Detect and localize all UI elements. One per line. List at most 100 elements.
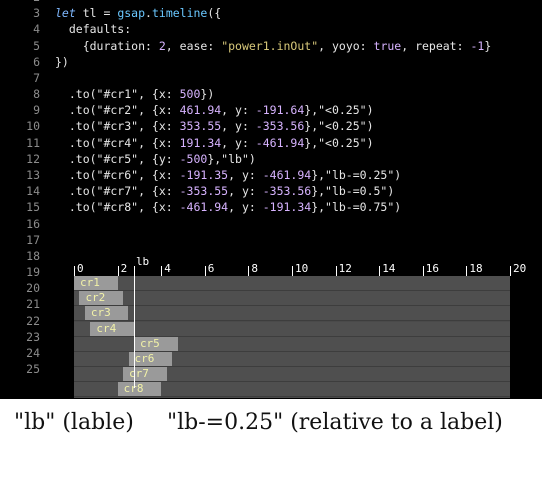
code-text: let tl = gsap.timeline({ [55, 5, 221, 21]
line-number: 21 [26, 297, 40, 312]
tween-bar-cr8[interactable]: cr8 [117, 382, 162, 397]
tick-mark [510, 266, 511, 276]
line-number: 20 [26, 281, 40, 296]
tween-bar-cr4[interactable]: cr4 [90, 321, 134, 336]
code-line[interactable]: 6}) [0, 54, 542, 70]
code-token: , repeat: [401, 38, 471, 53]
code-token: },"<0.25") [304, 119, 374, 134]
line-number: 10 [26, 119, 40, 134]
code-token: .to("#cr6", {x: [55, 167, 180, 182]
code-token: defaults: [55, 22, 132, 37]
code-line[interactable]: 4 defaults: [0, 21, 542, 37]
code-token: . [145, 6, 152, 21]
line-number: 23 [26, 329, 40, 344]
code-line[interactable]: 8 .to("#cr1", {x: 500}) [0, 86, 542, 102]
code-token: 191.34 [179, 135, 222, 150]
code-token: -191.64 [255, 103, 305, 118]
code-token: 461.94 [179, 103, 222, 118]
code-token: -353.55 [179, 184, 229, 199]
code-token: },"<0.25") [304, 135, 374, 150]
code-line[interactable]: 9 .to("#cr2", {x: 461.94, y: -191.64},"<… [0, 102, 542, 118]
code-line[interactable]: 10 .to("#cr3", {x: 353.55, y: -353.56},"… [0, 118, 542, 134]
line-number: 3 [33, 6, 40, 21]
code-token: },"lb") [207, 151, 256, 166]
code-token: tl = [75, 6, 118, 21]
timeline-visualizer: 0 2 4 6 8 10 12 14 16 18 20 lb cr1 cr2 cr3 cr4 cr5 cr6 c… [74, 255, 526, 399]
tick-mark [292, 266, 293, 276]
line-number: 6 [33, 54, 40, 69]
code-text: .to("#cr4", {x: 191.34, y: -461.94},"<0.… [55, 135, 374, 151]
code-token: -500 [179, 151, 208, 166]
code-token: 2 [158, 38, 166, 53]
code-token: -191.35 [179, 167, 229, 182]
tick-label: 14 [382, 262, 396, 275]
tick-label: 4 [164, 262, 171, 275]
code-token: true [373, 38, 402, 53]
code-text: }) [55, 54, 69, 70]
tick-mark [74, 266, 75, 276]
code-line[interactable]: 16 [0, 216, 542, 232]
line-number: 13 [26, 167, 40, 182]
code-line[interactable]: 12 .to("#cr5", {y: -500},"lb") [0, 151, 542, 167]
caption-relative-example: "lb-=0.25" (relative to a label) [167, 410, 503, 435]
tween-bar-cr1[interactable]: cr1 [74, 276, 118, 290]
tick-label: 2 [120, 262, 128, 275]
line-number: 5 [33, 38, 40, 53]
code-text: .to("#cr7", {x: -353.55, y: -353.56},"lb… [55, 183, 394, 199]
code-text: .to("#cr3", {x: 353.55, y: -353.56},"<0.… [55, 118, 374, 134]
line-number: 22 [26, 313, 40, 328]
code-line[interactable]: 5 {duration: 2, ease: "power1.inOut", yo… [0, 38, 542, 54]
tween-bar-cr3[interactable]: cr3 [84, 306, 129, 321]
code-token: .to("#cr3", {x: [55, 119, 180, 134]
tick-label: 18 [469, 262, 483, 275]
caption-label-example: "lb" (lable) [14, 410, 134, 435]
line-number: 17 [26, 232, 40, 247]
code-token: .to("#cr2", {x: [55, 103, 180, 118]
code-token: gsap [117, 6, 146, 21]
tick-label: 20 [513, 262, 527, 275]
tick-label: 12 [338, 262, 352, 275]
code-token: "power1.inOut" [221, 38, 319, 53]
caption: "lb" (lable) "lb-=0.25" (relative to a l… [0, 410, 542, 446]
code-token: .to("#cr1", {x: [55, 87, 180, 102]
tick-mark [422, 266, 424, 276]
tween-bar-cr5[interactable]: cr5 [133, 336, 178, 351]
timeline-track [74, 276, 510, 291]
code-text: .to("#cr2", {x: 461.94, y: -191.64},"<0.… [55, 102, 374, 118]
tick-mark [204, 266, 206, 276]
code-line[interactable]: 13 .to("#cr6", {x: -191.35, y: -461.94},… [0, 167, 542, 183]
code-token: .to("#cr5", {y: [55, 151, 180, 166]
code-token: , y: [228, 184, 263, 199]
tween-bar-cr7[interactable]: cr7 [123, 367, 167, 382]
tween-bar-cr2[interactable]: cr2 [79, 291, 124, 306]
code-text: .to("#cr1", {x: 500}) [55, 86, 214, 102]
code-token: {duration: [55, 38, 159, 53]
timeline-track [74, 321, 510, 337]
code-token: -353.56 [255, 119, 305, 134]
code-line[interactable]: 7 [0, 70, 542, 86]
tween-bar-cr6[interactable]: cr6 [128, 352, 173, 366]
timeline-label-lb: lb [135, 255, 150, 268]
code-line[interactable]: 17 [0, 232, 542, 248]
line-number: 7 [33, 70, 40, 85]
timeline-track [74, 306, 510, 322]
code-token: },"<0.25") [304, 103, 374, 118]
code-line[interactable]: 11 .to("#cr4", {x: 191.34, y: -461.94},"… [0, 135, 542, 151]
line-number: 4 [33, 22, 40, 37]
code-text: .to("#cr6", {x: -191.35, y: -461.94},"lb… [55, 167, 401, 183]
line-number: 15 [26, 200, 40, 215]
line-number: 25 [26, 362, 40, 377]
code-text: {duration: 2, ease: "power1.inOut", yoyo… [55, 38, 492, 54]
line-number: 9 [33, 103, 40, 118]
code-line[interactable]: 3 let tl = gsap.timeline({ [0, 5, 542, 21]
line-number: 16 [26, 216, 40, 231]
code-token: ({ [207, 6, 222, 21]
code-token: .to("#cr7", {x: [55, 184, 180, 199]
code-text: .to("#cr5", {y: -500},"lb") [55, 151, 256, 167]
code-line[interactable]: 14 .to("#cr7", {x: -353.55, y: -353.56},… [0, 183, 542, 199]
code-token: let [55, 6, 76, 21]
line-number: 24 [26, 345, 40, 360]
code-line[interactable]: 15 .to("#cr8", {x: -461.94, y: -191.34},… [0, 199, 542, 215]
code-text: .to("#cr8", {x: -461.94, y: -191.34},"lb… [55, 199, 401, 215]
code-token: }) [55, 54, 69, 69]
